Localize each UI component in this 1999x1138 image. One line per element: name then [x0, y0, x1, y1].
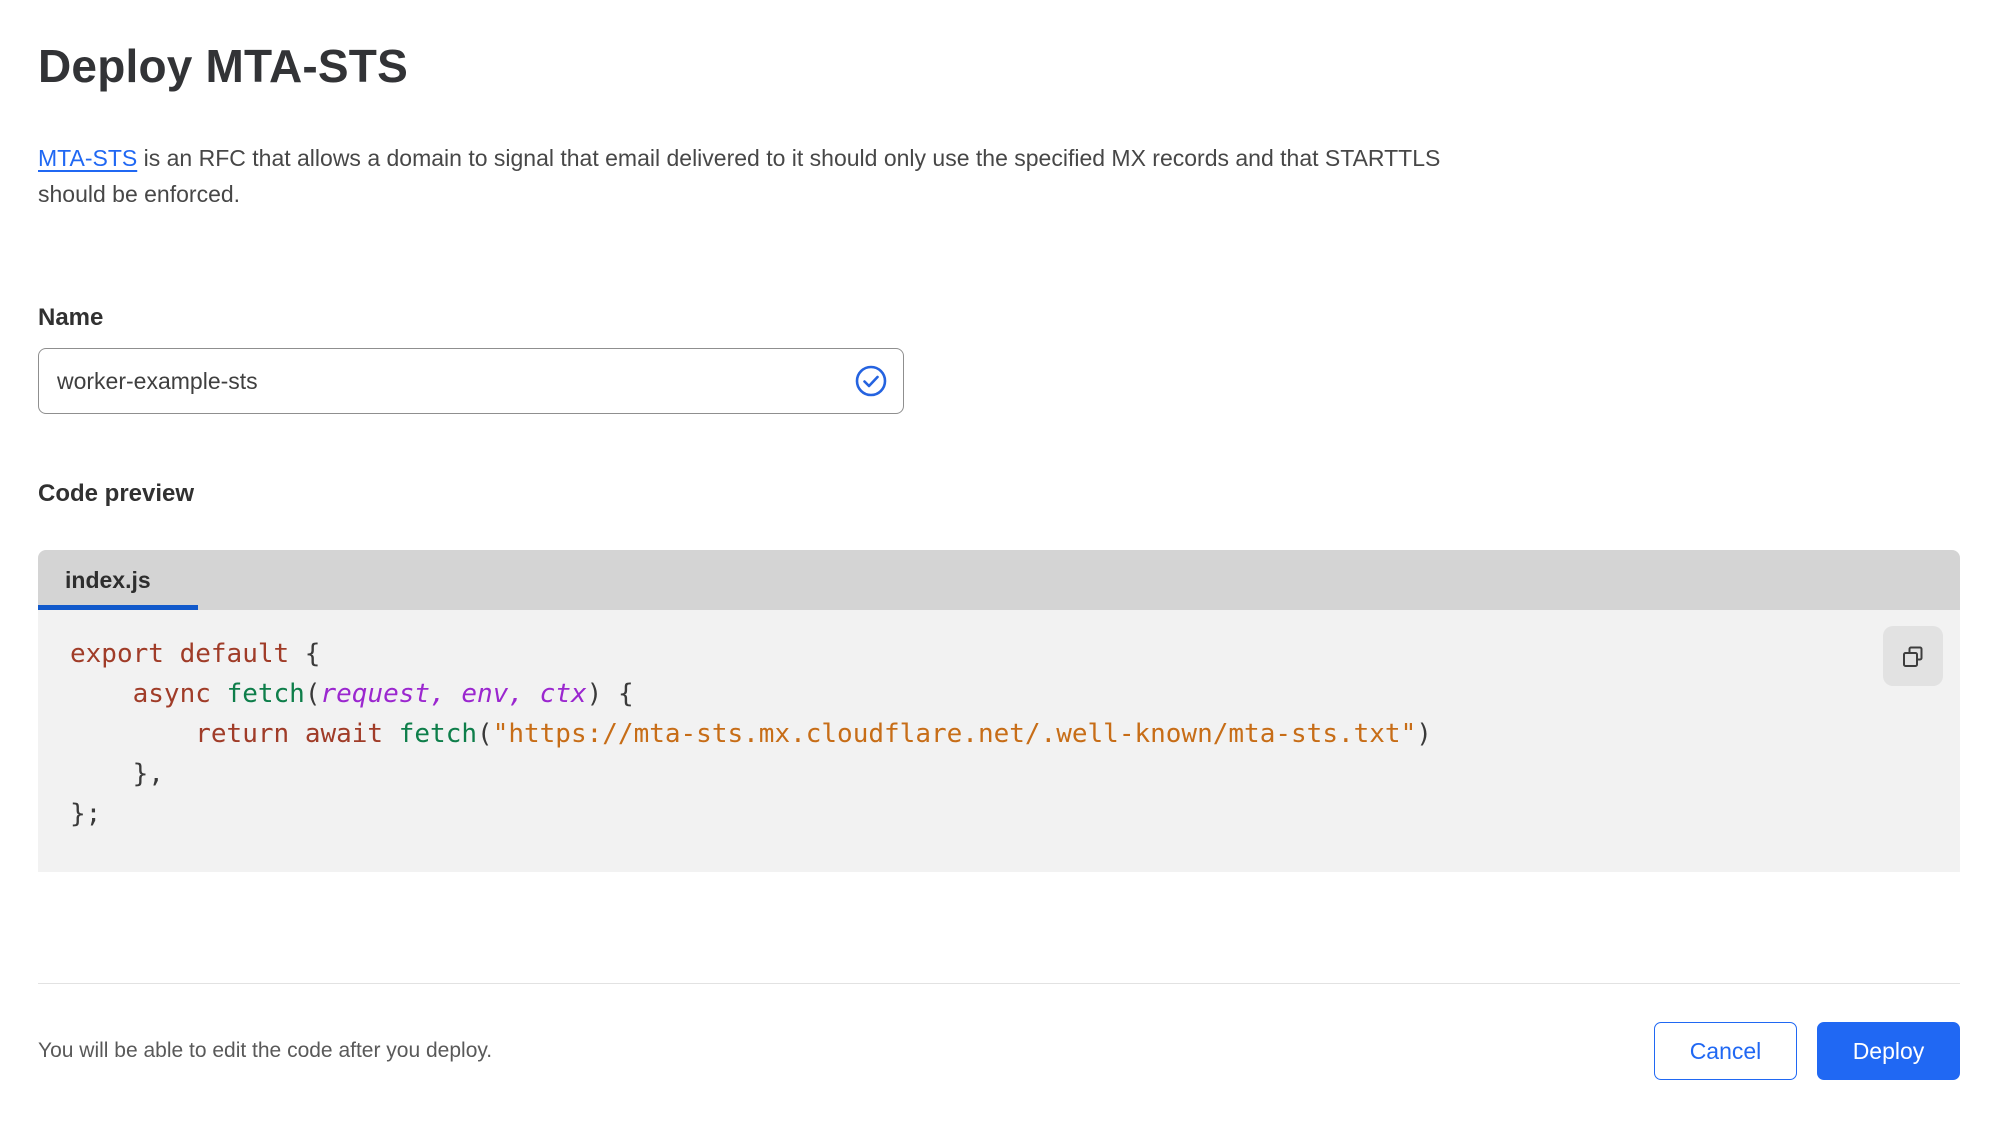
code-preview-label: Code preview [38, 480, 195, 507]
cancel-button[interactable]: Cancel [1654, 1022, 1797, 1080]
page-title: Deploy MTA-STS [38, 40, 408, 92]
deploy-mta-sts-page: Deploy MTA-STS MTA-STS is an RFC that al… [0, 0, 1999, 1080]
tab-index-js[interactable]: index.js [38, 550, 198, 610]
name-label: Name [38, 304, 104, 331]
name-input[interactable] [38, 348, 904, 414]
code-preview-block: index.js export default { async fetch(re… [38, 550, 1960, 872]
check-circle-icon [855, 365, 887, 397]
copy-icon [1903, 646, 1923, 667]
tab-label: index.js [65, 566, 151, 593]
deploy-button[interactable]: Deploy [1817, 1022, 1960, 1080]
footer-note: You will be able to edit the code after … [38, 1039, 493, 1062]
description: MTA-STS is an RFC that allows a domain t… [38, 140, 1938, 212]
name-input-wrap [38, 348, 904, 414]
code-lines: export default { async fetch(request, en… [70, 639, 1432, 829]
code-tab-bar: index.js [38, 550, 1960, 610]
description-line1: is an RFC that allows a domain to signal… [137, 145, 1441, 171]
mta-sts-link[interactable]: MTA-STS [38, 145, 137, 171]
description-line2: should be enforced. [38, 181, 241, 207]
copy-code-button[interactable] [1883, 626, 1943, 686]
footer-actions: Cancel Deploy [1654, 1022, 1960, 1080]
footer-bar: You will be able to edit the code after … [38, 983, 1960, 1080]
code-editor: export default { async fetch(request, en… [38, 610, 1960, 872]
